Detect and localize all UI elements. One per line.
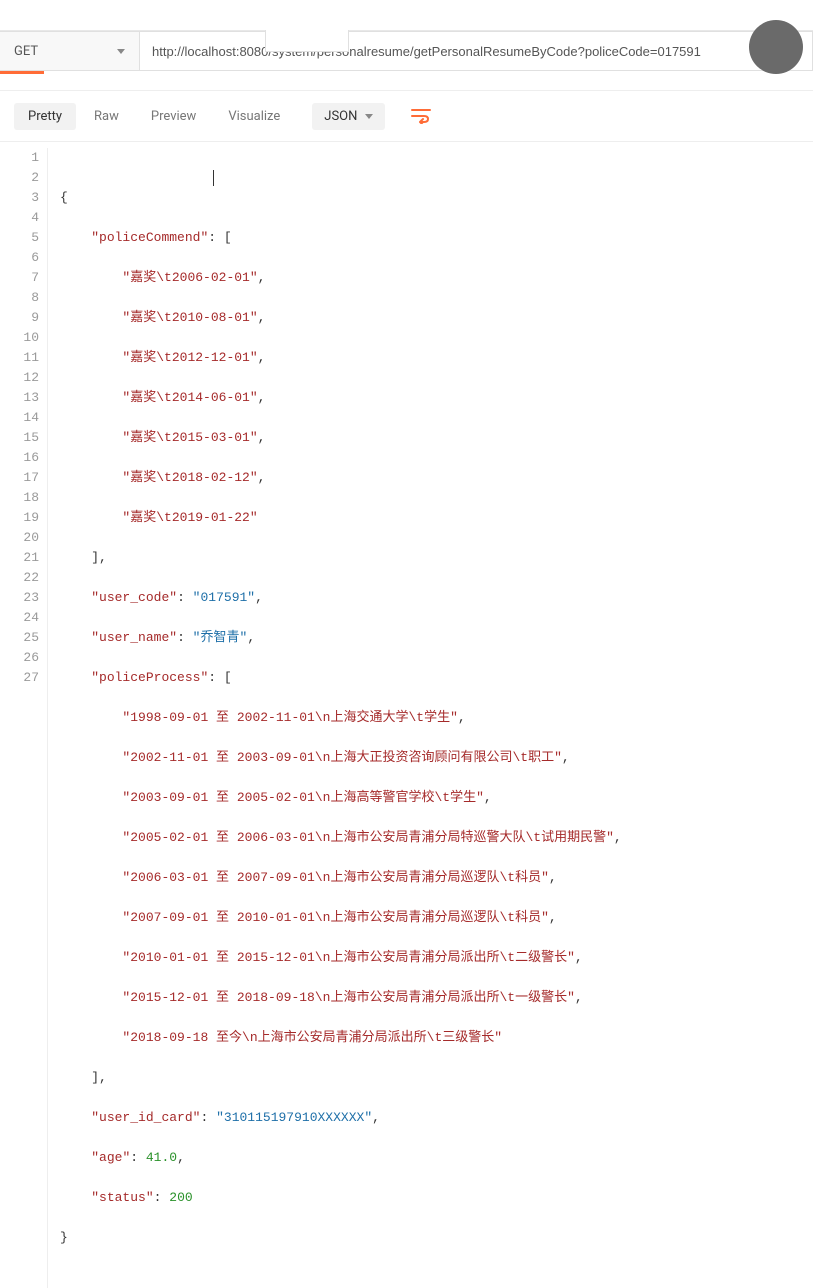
active-tab-indicator xyxy=(0,71,44,74)
response-view-tabs: Pretty Raw Preview Visualize JSON xyxy=(0,91,813,142)
tab-preview[interactable]: Preview xyxy=(137,103,210,130)
toggle-wrap-button[interactable] xyxy=(403,101,439,131)
text-cursor xyxy=(213,170,214,186)
line-number-gutter: 123 456 789 101112 131415 161718 192021 … xyxy=(0,148,48,1288)
divider xyxy=(0,71,813,91)
tab-raw[interactable]: Raw xyxy=(80,103,133,130)
chevron-down-icon xyxy=(365,114,373,119)
request-row: GET xyxy=(0,30,813,71)
code-content[interactable]: { "policeCommend": [ "嘉奖\t2006-02-01", "… xyxy=(48,148,813,1288)
http-method-select[interactable]: GET xyxy=(0,31,140,71)
request-url-input[interactable] xyxy=(140,31,813,71)
format-label: JSON xyxy=(324,109,357,124)
response-body[interactable]: 123 456 789 101112 131415 161718 192021 … xyxy=(0,142,813,1288)
tab-visualize[interactable]: Visualize xyxy=(214,103,294,130)
format-select[interactable]: JSON xyxy=(312,103,385,130)
wrap-icon xyxy=(411,108,431,124)
http-method-label: GET xyxy=(14,44,38,59)
small-panel xyxy=(265,30,349,52)
chevron-down-icon xyxy=(117,49,125,54)
tab-pretty[interactable]: Pretty xyxy=(14,103,76,130)
user-avatar[interactable] xyxy=(749,20,803,74)
